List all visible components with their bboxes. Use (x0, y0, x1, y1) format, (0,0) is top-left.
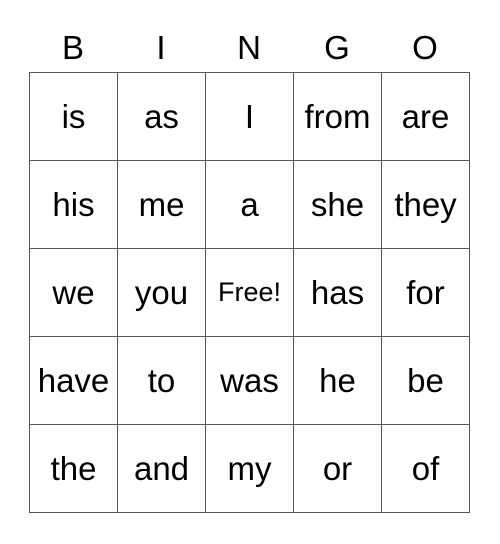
header-letter-o: O (412, 29, 438, 66)
bingo-cell[interactable]: to (117, 336, 206, 425)
bingo-cell[interactable]: he (293, 336, 382, 425)
header-letter-i: I (156, 29, 166, 66)
bingo-cell[interactable]: is (29, 72, 118, 161)
bingo-cell[interactable]: we (29, 248, 118, 337)
bingo-cell[interactable]: of (381, 424, 470, 513)
bingo-cell[interactable]: as (117, 72, 206, 161)
bingo-cell[interactable]: you (117, 248, 206, 337)
bingo-cell[interactable]: has (293, 248, 382, 337)
bingo-header: B I N G O (29, 28, 469, 68)
bingo-cell[interactable]: a (205, 160, 294, 249)
bingo-cell[interactable]: me (117, 160, 206, 249)
bingo-row: have to was he be (29, 336, 470, 425)
bingo-cell[interactable]: was (205, 336, 294, 425)
bingo-row: the and my or of (29, 424, 470, 513)
bingo-cell[interactable]: are (381, 72, 470, 161)
bingo-cell[interactable]: be (381, 336, 470, 425)
bingo-cell[interactable]: and (117, 424, 206, 513)
bingo-row: his me a she they (29, 160, 470, 249)
bingo-grid: is as Ifrom are his me a she they we you Free! has fo… (29, 72, 470, 513)
bingo-cell[interactable]: for (381, 248, 470, 337)
bingo-cell[interactable]: my (205, 424, 294, 513)
header-letter-b: B (61, 29, 84, 66)
header-letter-n: N (237, 29, 261, 66)
bingo-cell[interactable]: from (293, 72, 382, 161)
bingo-row: we you Free! has for (29, 248, 470, 337)
free-space-cell[interactable]: Free! (205, 248, 294, 337)
bingo-cell[interactable]: his (29, 160, 118, 249)
bingo-cell[interactable]: have (29, 336, 118, 425)
bingo-cell[interactable]: she (293, 160, 382, 249)
bingo-row: is as Ifrom are (29, 72, 470, 161)
header-letter-g: G (324, 29, 350, 66)
bingo-cell[interactable]: the (29, 424, 118, 513)
bingo-cell[interactable]: they (381, 160, 470, 249)
bingo-cell[interactable]: I (205, 72, 294, 161)
bingo-cell[interactable]: or (293, 424, 382, 513)
